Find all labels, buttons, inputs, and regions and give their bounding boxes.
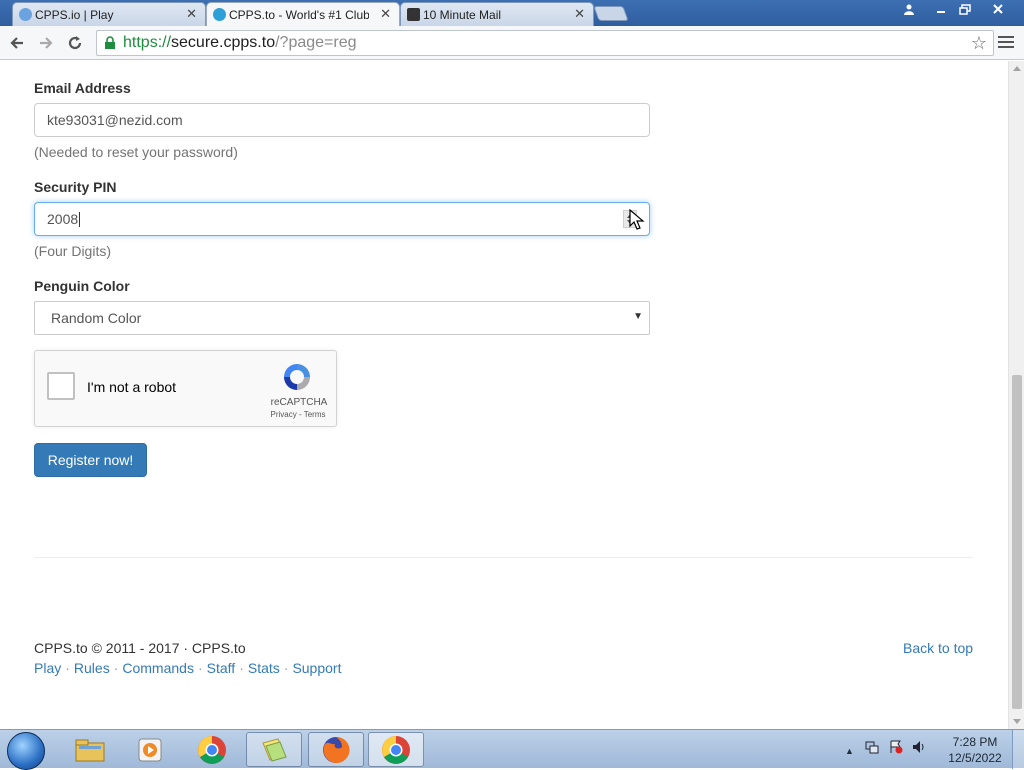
user-profile-icon[interactable]: [896, 0, 922, 18]
recaptcha-label: I'm not a robot: [87, 379, 177, 395]
tray-expand-icon[interactable]: ▲: [845, 746, 854, 756]
footer-copyright: CPPS.to © 2011 - 2017 · CPPS.to: [34, 640, 246, 656]
divider: [34, 557, 972, 558]
action-center-icon[interactable]: [889, 740, 903, 754]
back-to-top-link[interactable]: Back to top: [903, 640, 973, 656]
footer-link-commands[interactable]: Commands: [122, 660, 194, 676]
security-pin-field[interactable]: 2008: [34, 202, 650, 236]
show-desktop-button[interactable]: [1012, 730, 1024, 769]
footer-link-rules[interactable]: Rules: [74, 660, 110, 676]
footer-link-staff[interactable]: Staff: [207, 660, 236, 676]
firefox-icon[interactable]: [308, 732, 364, 767]
penguin-color-select[interactable]: Random Color ▼: [34, 301, 650, 335]
email-help-text: (Needed to reset your password): [34, 144, 238, 160]
url-host: secure.cpps.to: [171, 34, 276, 51]
email-value: kte93031@nezid.com: [47, 112, 183, 128]
scrollbar-thumb[interactable]: [1012, 375, 1022, 709]
tab-10-minute-mail[interactable]: 10 Minute Mail ✕: [400, 2, 594, 26]
footer-link-support[interactable]: Support: [292, 660, 341, 676]
pin-help-text: (Four Digits): [34, 243, 112, 259]
system-tray: ▲: [845, 740, 926, 757]
media-player-icon[interactable]: [122, 732, 178, 767]
volume-icon[interactable]: [912, 740, 926, 754]
network-icon[interactable]: [865, 740, 879, 754]
bookmark-star-icon[interactable]: ☆: [971, 33, 987, 54]
clock-date: 12/5/2022: [948, 751, 1002, 765]
scroll-up-icon[interactable]: [1013, 66, 1021, 71]
browser-toolbar: https://secure.cpps.to/?page=reg ☆: [0, 26, 1024, 60]
close-tab-icon[interactable]: ✕: [574, 6, 585, 22]
sticky-notes-icon[interactable]: [246, 732, 302, 767]
forward-icon[interactable]: [35, 32, 57, 54]
tab-title: CPPS.to - World's #1 Club: [229, 7, 369, 22]
close-tab-icon[interactable]: ✕: [380, 6, 391, 22]
url-scheme: https://: [123, 34, 172, 51]
mouse-cursor-icon: [629, 209, 645, 230]
new-tab-button[interactable]: [593, 6, 629, 21]
recaptcha-logo-icon: [284, 364, 310, 390]
tab-strip: CPPS.io | Play ✕ CPPS.to - World's #1 Cl…: [0, 0, 1024, 26]
recaptcha-checkbox[interactable]: [47, 372, 75, 400]
pin-label: Security PIN: [34, 179, 117, 195]
scroll-down-icon[interactable]: [1013, 719, 1021, 724]
close-tab-icon[interactable]: ✕: [186, 6, 197, 22]
selected-color: Random Color: [51, 310, 142, 326]
separator: ·: [197, 660, 203, 676]
separator: ·: [113, 660, 119, 676]
separator: ·: [239, 660, 244, 676]
footer-link-play[interactable]: Play: [34, 660, 61, 676]
footer-links: Play · Rules · Commands · Staff · Stats · Support: [34, 660, 341, 676]
system-clock[interactable]: 7:28 PM 12/5/2022: [944, 734, 1006, 766]
page-viewport: Email Address kte93031@nezid.com (Needed…: [0, 61, 1008, 729]
separator: ·: [65, 660, 70, 676]
cpps-to-favicon-icon: [213, 8, 226, 21]
file-explorer-icon[interactable]: [62, 732, 118, 767]
url-path: /?page=reg: [275, 34, 357, 51]
chrome-menu-icon[interactable]: [998, 34, 1014, 50]
clock-time: 7:28 PM: [952, 735, 998, 749]
tab-cpps-io-play[interactable]: CPPS.io | Play ✕: [12, 2, 206, 26]
tab-title: CPPS.io | Play: [35, 7, 114, 22]
tab-title: 10 Minute Mail: [423, 7, 502, 22]
text-caret: [79, 211, 81, 227]
minimize-icon[interactable]: [928, 0, 954, 18]
lock-icon: [105, 36, 115, 49]
tab-cpps-to[interactable]: CPPS.to - World's #1 Club ✕: [206, 2, 400, 26]
windows-taskbar: ▲ 7:28 PM 12/5/2022: [0, 729, 1024, 770]
restore-icon[interactable]: [952, 0, 978, 18]
penguin-color-label: Penguin Color: [34, 278, 130, 294]
cpps-io-favicon-icon: [19, 8, 32, 21]
address-bar[interactable]: https://secure.cpps.to/?page=reg ☆: [96, 30, 994, 56]
10-minute-mail-favicon-icon: [407, 8, 420, 21]
recaptcha-privacy-terms[interactable]: Privacy - Terms: [261, 410, 335, 419]
footer-link-stats[interactable]: Stats: [248, 660, 280, 676]
email-field[interactable]: kte93031@nezid.com: [34, 103, 650, 137]
reload-icon[interactable]: [64, 32, 86, 54]
close-window-icon[interactable]: [978, 0, 1018, 18]
register-button[interactable]: Register now!: [34, 443, 147, 477]
chrome-taskbar-icon[interactable]: [184, 732, 240, 767]
dropdown-arrow-icon: ▼: [633, 311, 643, 322]
back-icon[interactable]: [6, 32, 28, 54]
page-scrollbar[interactable]: [1008, 61, 1024, 729]
email-label: Email Address: [34, 80, 131, 96]
pin-value: 2008: [47, 211, 79, 227]
recaptcha-brand: reCAPTCHA: [270, 397, 328, 408]
recaptcha-widget: I'm not a robot reCAPTCHA Privacy - Term…: [34, 350, 337, 427]
start-button[interactable]: [7, 732, 45, 770]
chrome-taskbar-active-icon[interactable]: [368, 732, 424, 767]
separator: ·: [283, 660, 289, 676]
